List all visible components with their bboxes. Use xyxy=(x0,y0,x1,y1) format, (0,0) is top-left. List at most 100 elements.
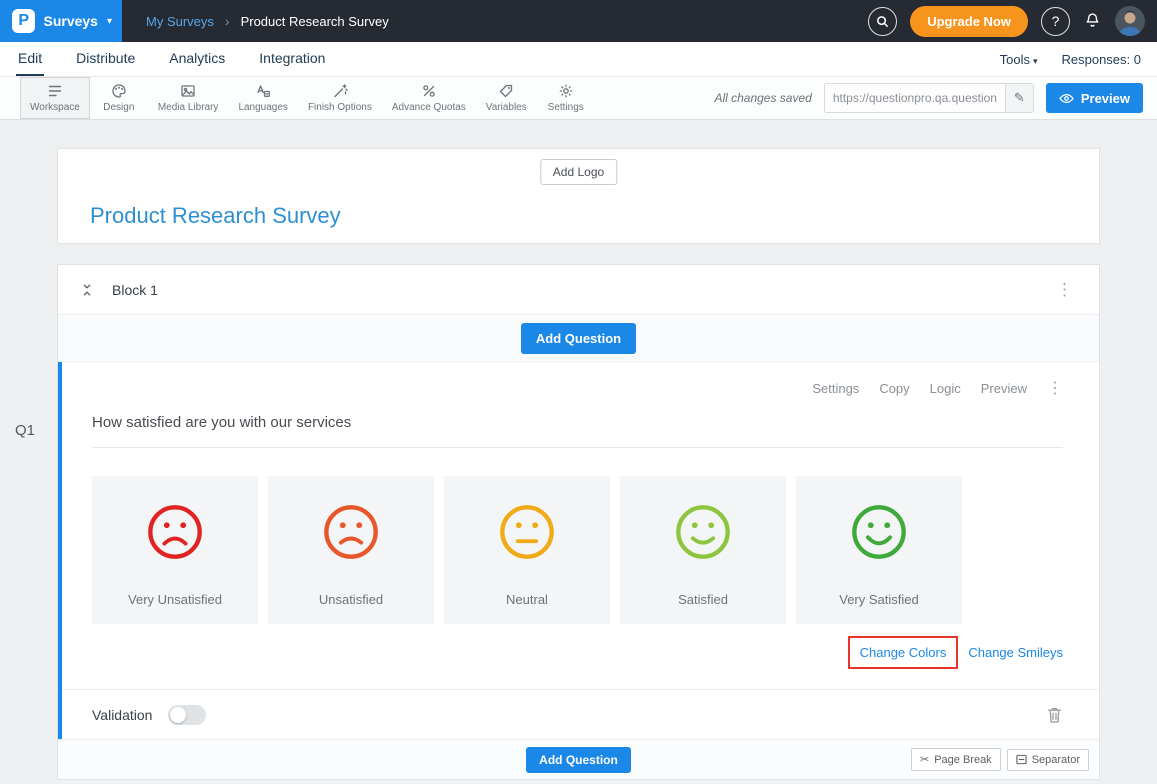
change-colors-link[interactable]: Change Colors xyxy=(848,636,959,669)
tools-menu[interactable]: Tools▾ xyxy=(1000,52,1038,67)
question-mark-icon: ? xyxy=(1052,13,1060,29)
block-card: Block 1 ⋮ Add Question Q1 Settings Copy … xyxy=(57,264,1100,780)
help-button[interactable]: ? xyxy=(1041,7,1070,36)
topbar-actions: Upgrade Now ? xyxy=(868,6,1157,37)
toolbar-item-variables[interactable]: Variables xyxy=(476,77,537,119)
top-bar: P Surveys ▾ My Surveys › Product Researc… xyxy=(0,0,1157,42)
translate-icon xyxy=(255,83,271,99)
block-footer-actions: ✂ Page Break Separator xyxy=(911,740,1089,779)
question-menu-kebab-icon[interactable]: ⋮ xyxy=(1047,378,1063,398)
edit-url-button[interactable]: ✎ xyxy=(1005,84,1033,112)
toolbar-item-label: Design xyxy=(103,102,134,113)
chevron-down-icon: ▾ xyxy=(107,16,112,27)
responses-count[interactable]: Responses: 0 xyxy=(1062,52,1142,67)
page-break-button[interactable]: ✂ Page Break xyxy=(911,748,1001,771)
smiley-option-very-satisfied[interactable]: Very Satisfied xyxy=(796,476,962,624)
toolbar-item-languages[interactable]: Languages xyxy=(228,77,298,119)
eye-icon xyxy=(1059,93,1074,104)
toolbar-item-media-library[interactable]: Media Library xyxy=(148,77,229,119)
smiley-option-label: Unsatisfied xyxy=(319,592,383,624)
survey-url-group: ✎ xyxy=(824,83,1034,113)
block-footer: Add Question ✂ Page Break Separator xyxy=(58,739,1099,779)
neutral-smiley-icon xyxy=(498,503,556,561)
toolbar-item-label: Finish Options xyxy=(308,102,372,113)
separator-icon xyxy=(1016,754,1027,765)
nav-right: Tools▾ Responses: 0 xyxy=(1000,42,1141,76)
toolbar-item-finish-options[interactable]: Finish Options xyxy=(298,77,382,119)
survey-url-input[interactable] xyxy=(825,84,1005,112)
toolbar-item-design[interactable]: Design xyxy=(90,77,148,119)
tab-distribute[interactable]: Distribute xyxy=(74,42,137,76)
smiley-option-satisfied[interactable]: Satisfied xyxy=(620,476,786,624)
toolbar-item-label: Languages xyxy=(238,102,288,113)
toggle-knob xyxy=(170,707,186,723)
tag-icon xyxy=(498,83,514,99)
toolbar-item-label: Variables xyxy=(486,102,527,113)
smiley-option-very-unsatisfied[interactable]: Very Unsatisfied xyxy=(92,476,258,624)
toolbar-right: All changes saved ✎ Preview xyxy=(714,77,1157,119)
tab-edit[interactable]: Edit xyxy=(16,42,44,76)
add-question-button-bottom[interactable]: Add Question xyxy=(526,747,631,773)
separator-label: Separator xyxy=(1032,754,1080,766)
notifications-button[interactable] xyxy=(1083,11,1102,31)
toolbar-item-workspace[interactable]: Workspace xyxy=(20,77,90,119)
block-menu-kebab-icon[interactable]: ⋮ xyxy=(1052,281,1077,298)
question-text[interactable]: How satisfied are you with our services xyxy=(92,414,1063,448)
breadcrumb: My Surveys › Product Research Survey xyxy=(146,13,389,29)
finish-wand-icon xyxy=(332,83,348,99)
satisfied-smiley-icon xyxy=(674,503,732,561)
unsatisfied-smiley-icon xyxy=(322,503,380,561)
scissors-icon: ✂ xyxy=(920,753,929,766)
validation-row: Validation xyxy=(62,689,1099,739)
smiley-option-label: Very Satisfied xyxy=(839,592,919,624)
question-inner: Settings Copy Logic Preview ⋮ How satisf… xyxy=(62,362,1099,669)
survey-editor-main: Add Logo Product Research Survey Block 1… xyxy=(0,120,1157,780)
question-actions: Settings Copy Logic Preview ⋮ xyxy=(92,378,1063,398)
smiley-option-unsatisfied[interactable]: Unsatisfied xyxy=(268,476,434,624)
preview-button[interactable]: Preview xyxy=(1046,83,1143,113)
toolbar-item-settings[interactable]: Settings xyxy=(537,77,595,119)
pencil-icon: ✎ xyxy=(1014,90,1025,105)
search-icon xyxy=(875,14,890,29)
smiley-options-row: Very Unsatisfied Unsatisfied xyxy=(92,476,1063,624)
chevron-down-icon: ▾ xyxy=(1033,56,1038,66)
user-avatar[interactable] xyxy=(1115,6,1145,36)
block-name[interactable]: Block 1 xyxy=(112,282,158,298)
block-header: Block 1 ⋮ xyxy=(58,265,1099,315)
question-preview-link[interactable]: Preview xyxy=(981,381,1027,396)
smiley-customize-links: Change Colors Change Smileys xyxy=(92,636,1063,669)
image-icon xyxy=(180,83,196,99)
toolbar-item-label: Advance Quotas xyxy=(392,102,466,113)
change-smileys-link[interactable]: Change Smileys xyxy=(968,645,1063,660)
separator-button[interactable]: Separator xyxy=(1007,749,1089,771)
collapse-block-icon[interactable] xyxy=(80,282,94,298)
preview-label: Preview xyxy=(1081,91,1130,106)
add-logo-button[interactable]: Add Logo xyxy=(540,159,617,185)
toolbar-item-advance-quotas[interactable]: Advance Quotas xyxy=(382,77,476,119)
page-break-label: Page Break xyxy=(934,754,991,766)
search-button[interactable] xyxy=(868,7,897,36)
upgrade-now-button[interactable]: Upgrade Now xyxy=(910,6,1028,37)
add-question-button-top[interactable]: Add Question xyxy=(521,323,636,354)
smiley-option-label: Very Unsatisfied xyxy=(128,592,222,624)
survey-title[interactable]: Product Research Survey xyxy=(90,203,341,229)
toolbar-item-label: Settings xyxy=(548,102,584,113)
validation-label: Validation xyxy=(92,707,152,723)
tools-label: Tools xyxy=(1000,52,1030,67)
validation-toggle[interactable] xyxy=(168,705,206,725)
very-satisfied-smiley-icon xyxy=(850,503,908,561)
question-settings-link[interactable]: Settings xyxy=(812,381,859,396)
surveys-app-menu[interactable]: P Surveys ▾ xyxy=(0,0,122,42)
question-number: Q1 xyxy=(15,422,35,439)
gear-icon xyxy=(558,83,574,99)
question-logic-link[interactable]: Logic xyxy=(930,381,961,396)
tab-analytics[interactable]: Analytics xyxy=(167,42,227,76)
delete-question-button[interactable] xyxy=(1046,706,1063,724)
smiley-option-neutral[interactable]: Neutral xyxy=(444,476,610,624)
very-unsatisfied-smiley-icon xyxy=(146,503,204,561)
breadcrumb-current-survey: Product Research Survey xyxy=(241,14,389,29)
tab-integration[interactable]: Integration xyxy=(257,42,327,76)
breadcrumb-my-surveys[interactable]: My Surveys xyxy=(146,14,214,29)
question-copy-link[interactable]: Copy xyxy=(879,381,909,396)
questionpro-logo: P xyxy=(12,9,35,33)
